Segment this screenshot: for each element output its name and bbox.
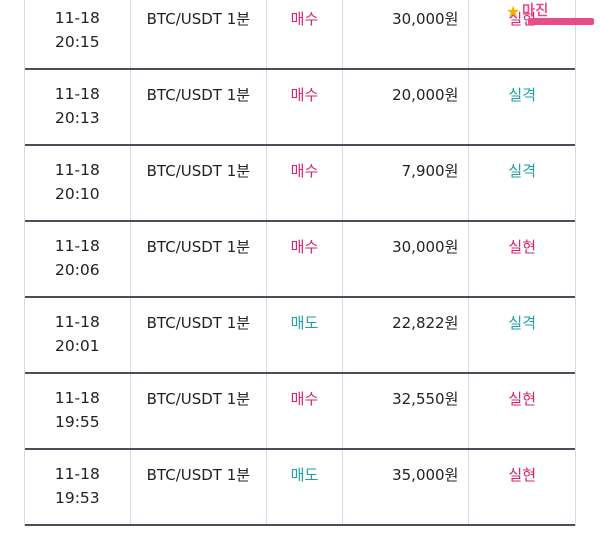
trade-result-cell: 실격: [508, 162, 536, 180]
table-row[interactable]: 11-18 20:10 BTC/USDT 1분 매수 7,900원 실격: [25, 146, 575, 222]
trade-side-cell: 매수: [267, 374, 343, 448]
trade-side-cell: 매도: [267, 450, 343, 524]
trade-history-page: 11-18 20:15 BTC/USDT 1분 매수 30,000원 실현 11-18 20:…: [0, 0, 600, 541]
trade-clock-time: 20:01: [54, 337, 100, 355]
trade-amount-cell: 30,000원: [343, 0, 470, 68]
trade-side-cell: 매수: [267, 222, 343, 296]
trade-pair-cell: BTC/USDT 1분: [131, 222, 268, 296]
trade-clock-time: 20:15: [54, 33, 100, 51]
table-row[interactable]: 11-18 20:13 BTC/USDT 1분 매수 20,000원 실격: [25, 70, 575, 146]
trade-pair-cell: BTC/USDT 1분: [131, 70, 268, 144]
trade-pair-cell: BTC/USDT 1분: [131, 298, 268, 372]
trade-time-cell: 11-18 20:01: [25, 298, 131, 372]
trade-amount-cell: 35,000원: [343, 450, 470, 524]
trade-side-cell: 매수: [267, 70, 343, 144]
trade-side-cell: 매도: [267, 298, 343, 372]
trade-result-cell: 실현: [508, 10, 536, 28]
trade-side-cell: 매수: [267, 0, 343, 68]
trade-time-cell: 11-18 20:15: [25, 0, 131, 68]
trade-amount-cell: 32,550원: [343, 374, 470, 448]
table-row[interactable]: 11-18 19:53 BTC/USDT 1분 매도 35,000원 실현: [25, 450, 575, 526]
trade-date: 11-18: [54, 313, 100, 331]
trade-side-cell: 매수: [267, 146, 343, 220]
trade-result-cell: 실격: [508, 314, 536, 332]
trade-clock-time: 19:55: [54, 413, 100, 431]
trade-amount-cell: 20,000원: [343, 70, 470, 144]
trade-amount-cell: 22,822원: [343, 298, 470, 372]
trade-date: 11-18: [54, 389, 100, 407]
trade-clock-time: 20:06: [54, 261, 100, 279]
trade-amount-cell: 7,900원: [343, 146, 470, 220]
trade-time-cell: 11-18 19:53: [25, 450, 131, 524]
trade-pair-cell: BTC/USDT 1분: [131, 146, 268, 220]
table-row[interactable]: 11-18 20:15 BTC/USDT 1분 매수 30,000원 실현: [25, 0, 575, 70]
trade-amount-cell: 30,000원: [343, 222, 470, 296]
trade-result-cell: 실현: [508, 238, 536, 256]
trade-time-cell: 11-18 20:06: [25, 222, 131, 296]
trade-time-cell: 11-18 20:13: [25, 70, 131, 144]
trade-result-cell: 실현: [508, 466, 536, 484]
trade-time-cell: 11-18 19:55: [25, 374, 131, 448]
trade-clock-time: 20:13: [54, 109, 100, 127]
trade-date: 11-18: [54, 161, 100, 179]
table-row[interactable]: 11-18 20:06 BTC/USDT 1분 매수 30,000원 실현: [25, 222, 575, 298]
trade-date: 11-18: [54, 465, 100, 483]
trade-history-table: 11-18 20:15 BTC/USDT 1분 매수 30,000원 실현 11-18 20:…: [24, 0, 576, 526]
trade-result-cell: 실현: [508, 390, 536, 408]
trade-pair-cell: BTC/USDT 1분: [131, 0, 268, 68]
trade-result-cell: 실격: [508, 86, 536, 104]
trade-date: 11-18: [54, 237, 100, 255]
trade-date: 11-18: [54, 9, 100, 27]
trade-clock-time: 20:10: [54, 185, 100, 203]
trade-clock-time: 19:53: [54, 489, 100, 507]
table-row[interactable]: 11-18 19:55 BTC/USDT 1분 매수 32,550원 실현: [25, 374, 575, 450]
table-row[interactable]: 11-18 20:01 BTC/USDT 1분 매도 22,822원 실격: [25, 298, 575, 374]
trade-pair-cell: BTC/USDT 1분: [131, 374, 268, 448]
trade-pair-cell: BTC/USDT 1분: [131, 450, 268, 524]
trade-date: 11-18: [54, 85, 100, 103]
trade-time-cell: 11-18 20:10: [25, 146, 131, 220]
